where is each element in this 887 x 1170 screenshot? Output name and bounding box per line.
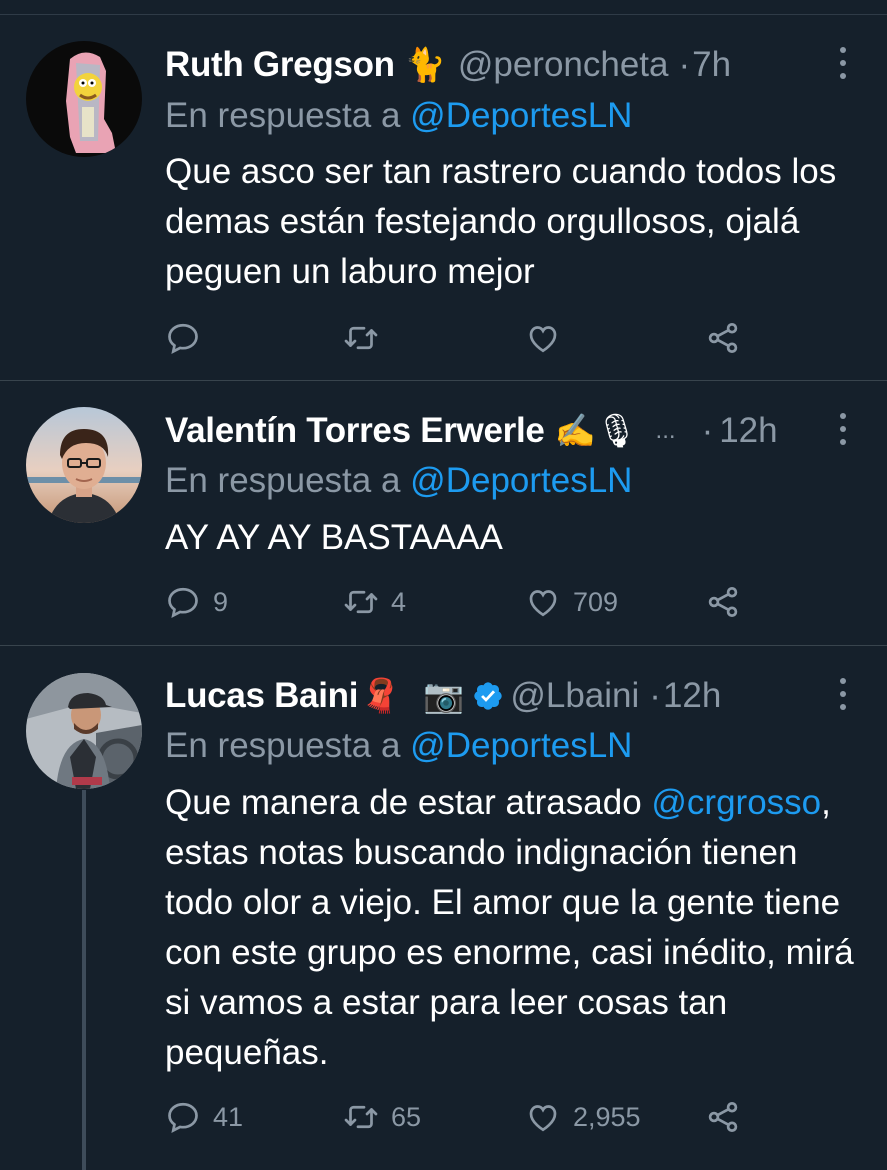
verified-icon — [472, 680, 504, 712]
reply-mention-link[interactable]: @DeportesLN — [410, 461, 632, 500]
user-handle-truncated[interactable]: ... — [656, 417, 676, 445]
reply-count: 9 — [213, 586, 229, 617]
retweet-icon — [344, 1105, 378, 1129]
reply-icon — [168, 1102, 198, 1134]
action-bar: 41 65 2,955 — [165, 1097, 885, 1137]
tweet-text-part: , estas notas buscando indignación tiene… — [165, 783, 854, 1072]
reply-button[interactable]: 41 — [165, 1097, 243, 1137]
user-handle[interactable]: @peroncheta — [458, 45, 669, 85]
reply-mention-link[interactable]: @DeportesLN — [410, 96, 632, 135]
tweet-1[interactable]: Ruth Gregson 🐈 @peroncheta · 7h En respu… — [0, 0, 887, 380]
retweet-count: 65 — [391, 1101, 422, 1132]
cat-emoji: 🐈 — [404, 45, 446, 83]
separator-dot: · — [649, 676, 661, 715]
tweet-3[interactable]: Lucas Baini 🧣 📷 @Lbaini · 12h En respues… — [0, 646, 887, 1170]
writing-hand-microphone-emoji: ✍️🎙 — [554, 411, 638, 449]
like-icon — [529, 1105, 557, 1132]
timestamp[interactable]: 12h — [719, 411, 777, 451]
like-button[interactable] — [525, 318, 573, 358]
tweet-header: Ruth Gregson 🐈 @peroncheta · 7h — [165, 40, 731, 90]
reply-icon — [168, 323, 198, 355]
tweet-text-part: Que manera de estar atrasado — [165, 783, 642, 822]
camera-emoji: 📷 — [423, 676, 465, 714]
separator-dot: · — [701, 411, 714, 450]
like-icon — [529, 590, 557, 617]
reply-button[interactable] — [165, 318, 213, 358]
user-handle[interactable]: @Lbaini — [510, 676, 639, 716]
like-count: 2,955 — [573, 1101, 641, 1132]
more-icon[interactable] — [834, 678, 852, 710]
avatar[interactable] — [26, 673, 142, 789]
action-bar: 9 4 709 — [165, 582, 885, 622]
retweet-icon — [344, 590, 378, 614]
tweet-2[interactable]: Valentín Torres Erwerle ✍️🎙 ... · 12h En… — [0, 381, 887, 645]
reply-mention-link[interactable]: @DeportesLN — [410, 726, 632, 765]
reply-prefix: En respuesta a — [165, 96, 401, 135]
more-icon[interactable] — [834, 47, 852, 79]
reply-prefix: En respuesta a — [165, 461, 401, 500]
like-button[interactable]: 709 — [525, 582, 618, 622]
like-icon — [529, 326, 557, 353]
action-bar — [165, 318, 885, 358]
share-button[interactable] — [705, 318, 741, 358]
avatar[interactable] — [26, 407, 142, 523]
share-button[interactable] — [705, 582, 741, 622]
mention-link[interactable]: @crgrosso — [651, 783, 821, 822]
display-name[interactable]: Ruth Gregson — [165, 45, 395, 85]
reply-prefix: En respuesta a — [165, 726, 401, 765]
tweet-text: Que manera de estar atrasado @crgrosso, … — [165, 778, 855, 1078]
reply-icon — [168, 587, 198, 619]
timestamp[interactable]: 12h — [663, 676, 721, 716]
reply-context: En respuesta a @DeportesLN — [165, 726, 632, 766]
reply-count: 41 — [213, 1101, 244, 1132]
tweet-header: Valentín Torres Erwerle ✍️🎙 ... · 12h — [165, 406, 778, 456]
retweet-button[interactable]: 4 — [343, 582, 406, 622]
timestamp[interactable]: 7h — [692, 45, 731, 85]
share-button[interactable] — [705, 1097, 741, 1137]
scarf-emoji: 🧣 — [360, 676, 402, 714]
retweet-count: 4 — [391, 586, 407, 617]
display-name[interactable]: Valentín Torres Erwerle — [165, 411, 545, 451]
avatar[interactable] — [26, 41, 142, 157]
separator-dot: · — [678, 45, 691, 84]
retweet-button[interactable] — [343, 318, 391, 358]
more-icon[interactable] — [834, 413, 852, 445]
retweet-icon — [344, 326, 378, 350]
reply-button[interactable]: 9 — [165, 582, 228, 622]
reply-context: En respuesta a @DeportesLN — [165, 461, 632, 501]
share-icon — [708, 1102, 738, 1132]
reply-context: En respuesta a @DeportesLN — [165, 96, 632, 136]
display-name[interactable]: Lucas Baini — [165, 676, 358, 716]
retweet-button[interactable]: 65 — [343, 1097, 421, 1137]
share-icon — [708, 323, 738, 353]
share-icon — [708, 587, 738, 617]
tweet-header: Lucas Baini 🧣 📷 @Lbaini · 12h — [165, 671, 721, 721]
like-button[interactable]: 2,955 — [525, 1097, 641, 1137]
like-count: 709 — [573, 586, 619, 617]
tweet-text: Que asco ser tan rastrero cuando todos l… — [165, 152, 837, 291]
tweet-text: AY AY AY BASTAAAA — [165, 518, 503, 557]
